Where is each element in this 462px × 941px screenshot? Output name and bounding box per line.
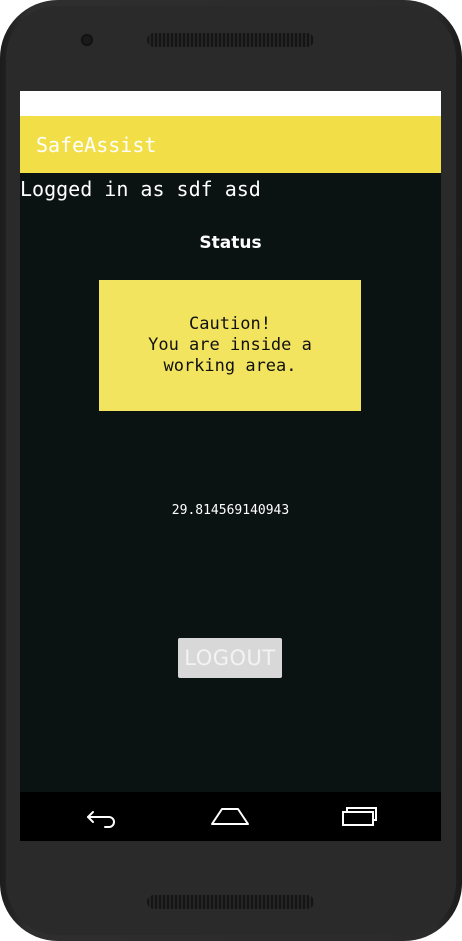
home-button[interactable] [200,792,260,841]
back-icon [87,810,115,828]
status-bar [20,91,441,116]
caution-line: working area. [163,356,297,376]
recents-icon [342,806,377,826]
screen: SafeAssist Logged in as sdf asd Status C… [20,91,441,841]
back-button[interactable] [71,792,131,841]
top-speaker [147,33,314,47]
caution-message: Caution! You are inside a working area. [148,314,312,377]
home-icon [211,807,249,825]
bottom-speaker [147,895,314,909]
status-heading: Status [199,233,262,253]
navigation-bar [20,792,441,841]
phone-frame: SafeAssist Logged in as sdf asd Status C… [0,0,462,941]
front-camera [81,34,93,46]
logged-in-label: Logged in as sdf asd [20,177,261,201]
logout-button[interactable]: LOGOUT [178,638,282,678]
app-bar: SafeAssist [20,116,441,173]
caution-line: Caution! [189,314,271,334]
caution-line: You are inside a [148,335,312,355]
caution-box: Caution! You are inside a working area. [99,280,361,411]
status-value: 29.814569140943 [171,503,290,518]
app-title: SafeAssist [36,133,157,157]
recents-button[interactable] [329,792,389,841]
